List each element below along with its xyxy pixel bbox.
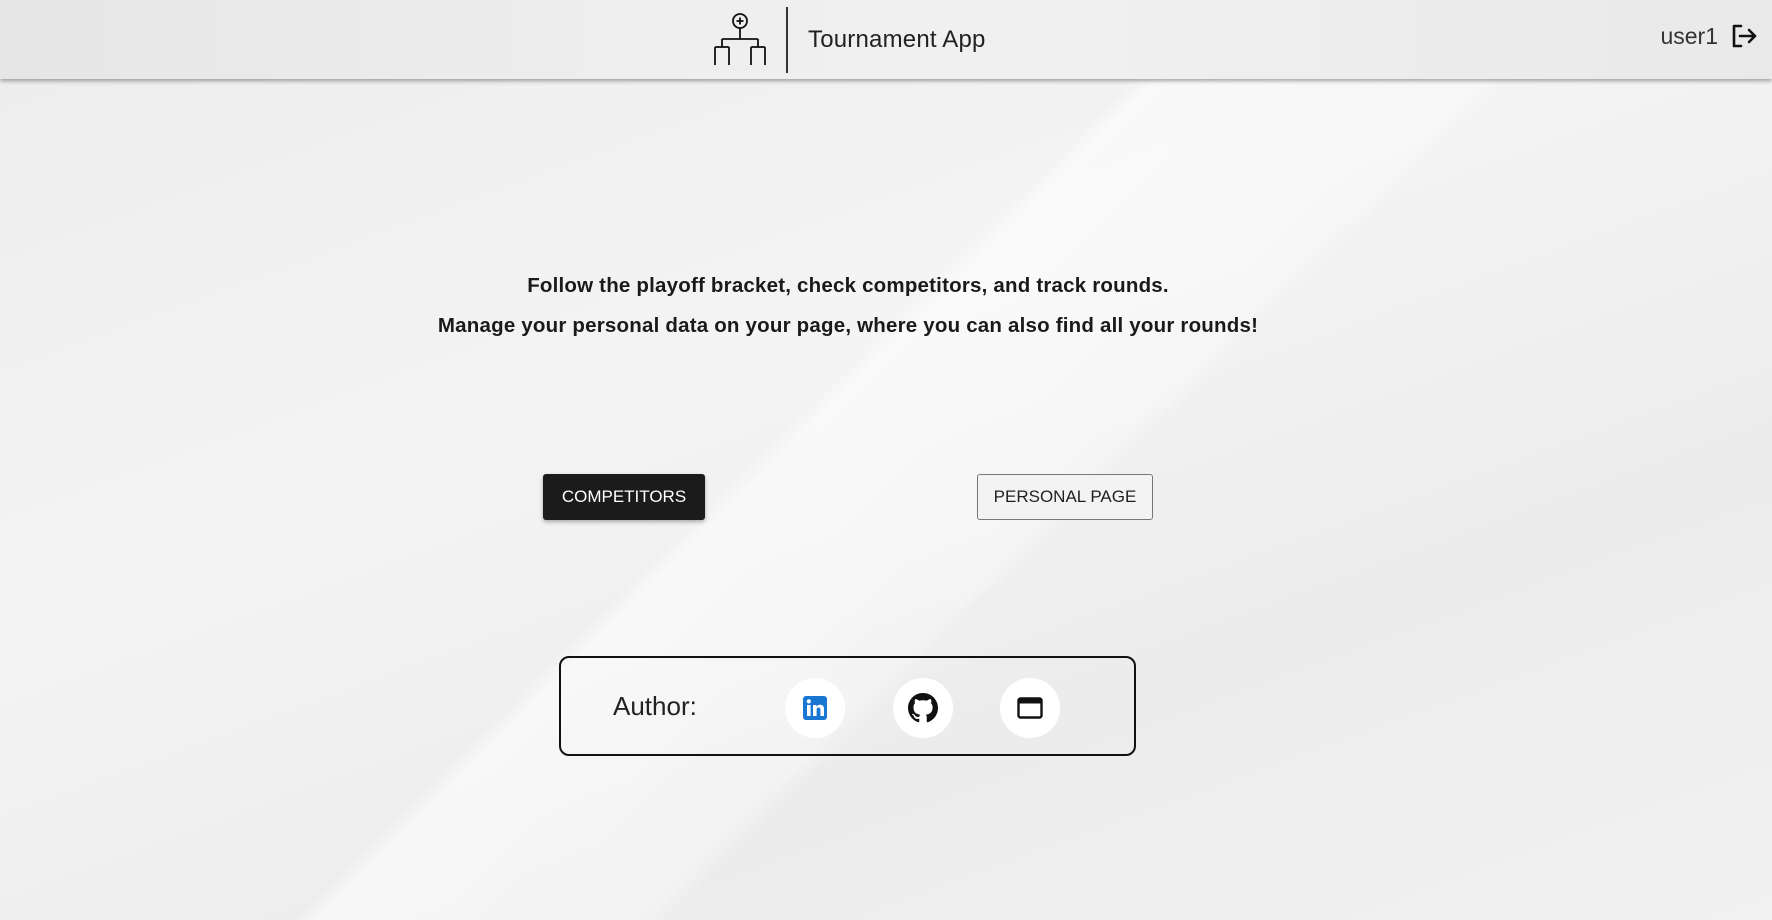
- author-label: Author:: [613, 691, 697, 721]
- github-icon: [908, 693, 938, 723]
- logout-icon[interactable]: [1730, 22, 1758, 50]
- competitors-button[interactable]: COMPETITORS: [543, 474, 705, 520]
- app-header: Tournament App user1: [0, 0, 1772, 79]
- brand-divider: [786, 7, 788, 73]
- intro-text: Follow the playoff bracket, check compet…: [0, 266, 1696, 346]
- user-name: user1: [1660, 22, 1718, 49]
- intro-line-2: Manage your personal data on your page, …: [437, 314, 1259, 337]
- author-card: Author:: [559, 656, 1136, 756]
- tournament-bracket-icon: [714, 13, 766, 65]
- website-link[interactable]: [1000, 678, 1060, 738]
- app-title: Tournament App: [808, 26, 986, 53]
- brand[interactable]: Tournament App: [712, 7, 986, 73]
- github-link[interactable]: [893, 678, 953, 738]
- user-area: user1: [1660, 22, 1758, 50]
- personal-page-button[interactable]: PERSONAL PAGE: [977, 474, 1153, 520]
- linkedin-link[interactable]: [785, 678, 845, 738]
- browser-window-icon: [1017, 697, 1043, 719]
- intro-line-1: Follow the playoff bracket, check compet…: [527, 274, 1169, 297]
- page-background: [0, 0, 1772, 920]
- linkedin-icon: [803, 696, 827, 720]
